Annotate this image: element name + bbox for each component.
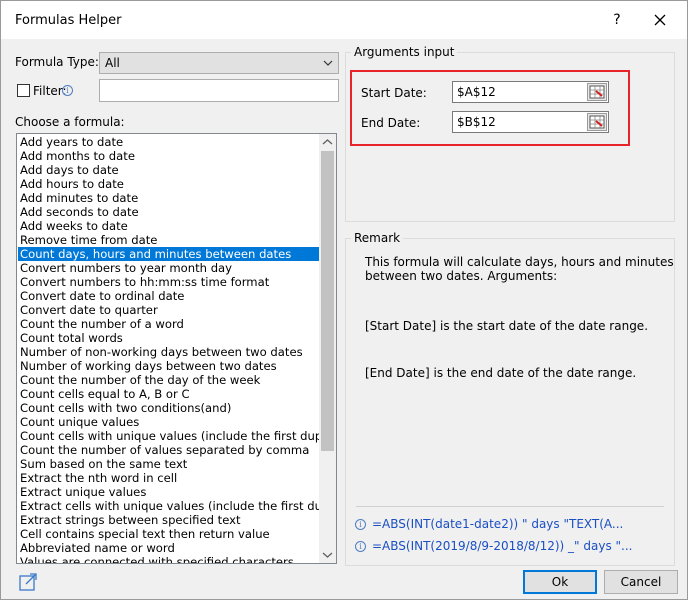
formula-list-item[interactable]: Count cells with unique values (include … xyxy=(18,429,320,443)
arguments-group-title: Arguments input xyxy=(351,45,458,59)
end-date-input[interactable]: $B$12 xyxy=(452,111,609,133)
formula-list-item[interactable]: Convert numbers to year month day xyxy=(18,261,320,275)
scroll-up-button[interactable] xyxy=(319,134,336,151)
formula-list-item[interactable]: Add years to date xyxy=(18,135,320,149)
formula-list-item[interactable]: Add minutes to date xyxy=(18,191,320,205)
info-icon[interactable]: i xyxy=(62,85,73,96)
formula-list-item[interactable]: Add weeks to date xyxy=(18,219,320,233)
formula-list-item[interactable]: Convert numbers to hh:mm:ss time format xyxy=(18,275,320,289)
chevron-down-icon xyxy=(323,60,333,66)
formula-list-item[interactable]: Add hours to date xyxy=(18,177,320,191)
start-date-value: $A$12 xyxy=(457,85,496,99)
formula-type-select[interactable]: All xyxy=(99,52,339,74)
formula-list-item[interactable]: Add months to date xyxy=(18,149,320,163)
formula-list-item[interactable]: Add seconds to date xyxy=(18,205,320,219)
info-icon: i xyxy=(355,541,366,552)
formula-list-item[interactable]: Extract unique values xyxy=(18,485,320,499)
formula-list-item[interactable]: Extract the nth word in cell xyxy=(18,471,320,485)
end-date-label: End Date: xyxy=(361,116,421,130)
formula-type-label: Formula Type: xyxy=(15,55,99,69)
formula-list-item[interactable]: Sum based on the same text xyxy=(18,457,320,471)
formula-list-item[interactable]: Number of working days between two dates xyxy=(18,359,320,373)
scroll-thumb[interactable] xyxy=(321,151,334,451)
formula-list[interactable]: Add years to date Add months to date Add d… xyxy=(16,133,337,564)
vertical-scrollbar[interactable] xyxy=(319,134,336,563)
formula-list-item[interactable]: Count cells with two conditions(and) xyxy=(18,401,320,415)
formula-list-item[interactable]: Count days, hours and minutes between da… xyxy=(18,247,320,261)
formula-list-item[interactable]: Count the number of the day of the week xyxy=(18,373,320,387)
formula-list-item[interactable]: Number of non-working days between two d… xyxy=(18,345,320,359)
ok-button[interactable]: Ok xyxy=(523,570,597,594)
formula-list-item[interactable]: Count total words xyxy=(18,331,320,345)
remark-line-1: This formula will calculate days, hours … xyxy=(365,255,674,269)
formula-list-item[interactable]: Count cells equal to A, B or C xyxy=(18,387,320,401)
formula-list-item[interactable]: Remove time from date xyxy=(18,233,320,247)
close-button[interactable] xyxy=(641,6,679,34)
formula-list-items: Add years to date Add months to date Add d… xyxy=(18,135,320,563)
formula-list-item[interactable]: Convert date to ordinal date xyxy=(18,289,320,303)
formula-list-item[interactable]: Count unique values xyxy=(18,415,320,429)
example-formula-1-text: =ABS(INT(date1-date2)) " days "TEXT(A... xyxy=(372,517,624,531)
help-button[interactable]: ? xyxy=(599,6,635,34)
window-title: Formulas Helper xyxy=(15,13,122,28)
remark-start-description: [Start Date] is the start date of the da… xyxy=(365,319,649,333)
formulas-helper-dialog: Formulas Helper ? Formula Type: All Filt… xyxy=(0,0,688,600)
formula-list-item[interactable]: Add days to date xyxy=(18,163,320,177)
cancel-button[interactable]: Cancel xyxy=(604,570,678,594)
formula-list-item[interactable]: Count the number of values separated by … xyxy=(18,443,320,457)
formula-list-item[interactable]: Convert date to quarter xyxy=(18,303,320,317)
chevron-down-icon xyxy=(322,552,333,558)
remark-divider xyxy=(356,506,664,507)
info-icon: i xyxy=(355,519,366,530)
filter-checkbox[interactable] xyxy=(17,84,30,97)
range-select-icon xyxy=(589,115,605,129)
end-date-value: $B$12 xyxy=(457,115,496,129)
example-formula-2[interactable]: i =ABS(INT(2019/8/9-2018/8/12)) _" days "… xyxy=(355,539,632,553)
title-bar: Formulas Helper ? xyxy=(1,1,687,39)
remark-line-2: between two dates. Arguments: xyxy=(365,269,558,283)
chevron-up-icon xyxy=(322,139,333,145)
formula-list-item[interactable]: Extract cells with unique values (includ… xyxy=(18,499,320,513)
choose-formula-label: Choose a formula: xyxy=(15,115,125,129)
start-date-input[interactable]: $A$12 xyxy=(452,81,609,103)
remark-group-title: Remark xyxy=(351,231,404,245)
formula-type-value: All xyxy=(105,56,120,70)
example-formula-1[interactable]: i =ABS(INT(date1-date2)) " days "TEXT(A..… xyxy=(355,517,623,531)
filter-input[interactable] xyxy=(99,79,339,102)
range-select-icon xyxy=(589,85,605,99)
share-link-icon[interactable] xyxy=(18,572,38,592)
formula-list-item[interactable]: Count the number of a word xyxy=(18,317,320,331)
start-date-range-picker[interactable] xyxy=(587,83,607,101)
start-date-label: Start Date: xyxy=(361,86,427,100)
formula-list-item[interactable]: Abbreviated name or word xyxy=(18,541,320,555)
end-date-range-picker[interactable] xyxy=(587,113,607,131)
close-icon xyxy=(654,14,666,26)
formula-list-item[interactable]: Values are connected with specified char… xyxy=(18,555,320,563)
scroll-down-button[interactable] xyxy=(319,546,336,563)
remark-end-description: [End Date] is the end date of the date r… xyxy=(365,366,637,380)
formula-list-item[interactable]: Cell contains special text then return v… xyxy=(18,527,320,541)
formula-list-item[interactable]: Extract strings between specified text xyxy=(18,513,320,527)
example-formula-2-text: =ABS(INT(2019/8/9-2018/8/12)) _" days ".… xyxy=(372,539,633,553)
